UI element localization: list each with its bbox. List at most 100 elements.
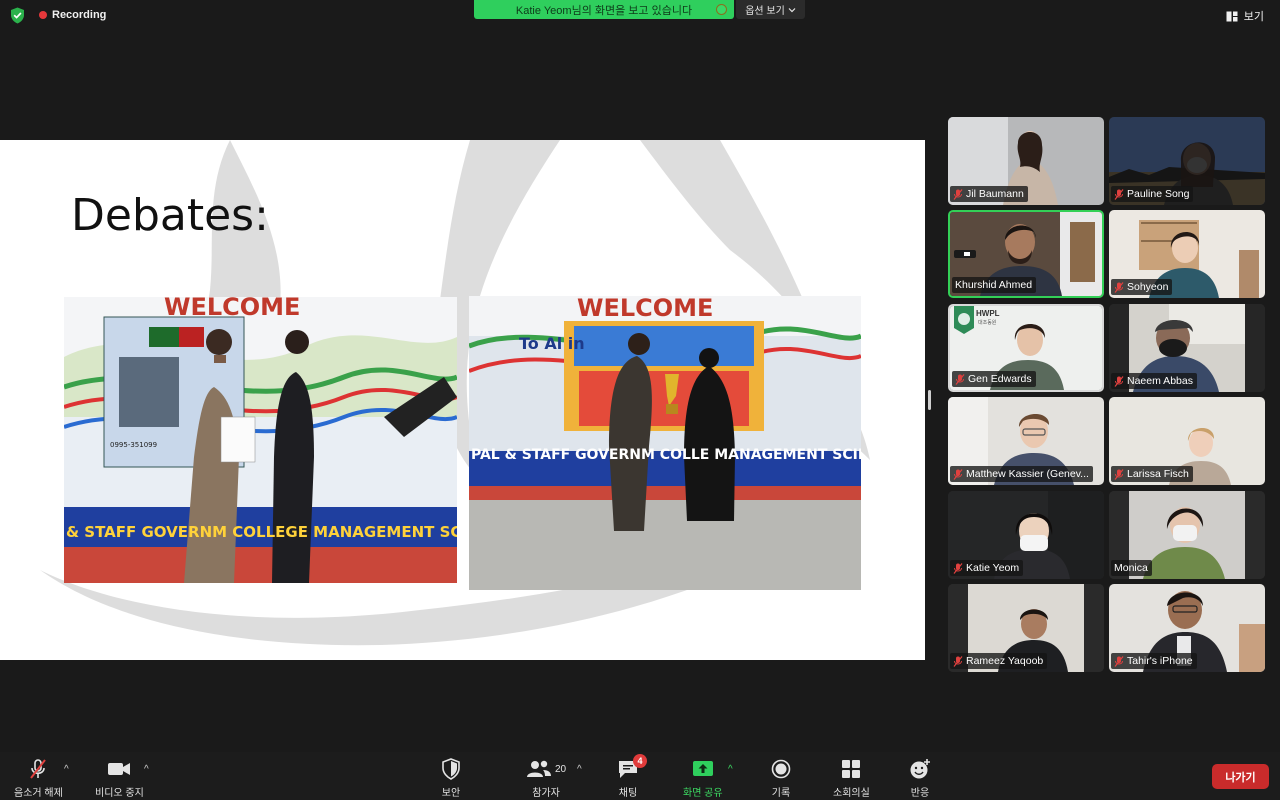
view-options-label: 옵션 보기 (745, 6, 785, 17)
video-tile[interactable]: Rameez Yaqoob (948, 584, 1104, 672)
breakout-rooms-grid-icon (840, 758, 862, 780)
photo1-banner-text: WELCOME (164, 297, 300, 321)
video-camera-icon (107, 758, 131, 780)
debate-photo-trophy: WELCOME To Al in PAL & STAFF GOVERNM COL… (469, 296, 861, 590)
slide-resize-handle[interactable] (928, 390, 931, 410)
smiley-plus-icon (909, 758, 931, 780)
chat-button[interactable]: 4 채팅 (617, 754, 647, 799)
participants-count: 20 (555, 763, 567, 775)
view-options-button[interactable]: 옵션 보기 (736, 0, 805, 19)
participants-label: 참가자 (532, 788, 560, 799)
video-tile[interactable]: Matthew Kassier (Genev... (948, 397, 1104, 485)
participant-name: Matthew Kassier (Genev... (966, 468, 1089, 480)
participant-name: Larissa Fisch (1127, 468, 1189, 480)
audio-options-caret-icon[interactable]: ^ (64, 764, 69, 775)
participant-name-tag: Gen Edwards (952, 371, 1036, 387)
participant-name-tag: Naeem Abbas (1111, 373, 1197, 389)
video-tile[interactable]: Tahir's iPhone (1109, 584, 1265, 672)
muted-mic-icon (1114, 281, 1124, 293)
photo2-bottom-text: PAL & STAFF GOVERNM COLLE MANAGEMENT SCI… (471, 447, 861, 463)
meeting-toolbar: 음소거 해제 ^ 비디오 중지 ^ 보안 20 참가자 ^ 4 채팅 화면 공유 (0, 752, 1280, 800)
view-button[interactable]: 보기 (1226, 8, 1264, 24)
stop-video-button[interactable]: 비디오 중지 (95, 758, 144, 799)
recording-label: Recording (52, 9, 107, 21)
record-button[interactable]: 기록 (770, 758, 792, 799)
participant-name: Katie Yeom (966, 562, 1020, 574)
leave-meeting-button[interactable]: 나가기 (1212, 764, 1269, 789)
participant-name-tag: Katie Yeom (950, 560, 1024, 576)
participant-name: Tahir's iPhone (1127, 655, 1193, 667)
chevron-down-icon (788, 7, 796, 12)
security-button[interactable]: 보안 (441, 758, 461, 799)
recording-indicator[interactable]: Recording (39, 9, 106, 21)
share-screen-button[interactable]: 화면 공유 (683, 758, 723, 799)
screen-share-banner: Katie Yeom님의 화면을 보고 있습니다 (474, 0, 734, 19)
gen-logo-text: HWPL (976, 309, 1000, 318)
share-banner-text: Katie Yeom님의 화면을 보고 있습니다 (515, 4, 693, 17)
participant-name: Gen Edwards (968, 373, 1032, 385)
chat-unread-badge: 4 (633, 754, 647, 768)
muted-mic-icon (1114, 188, 1124, 200)
video-options-caret-icon[interactable]: ^ (144, 764, 149, 775)
participant-name: Jil Baumann (966, 188, 1024, 200)
muted-mic-icon (953, 468, 963, 480)
video-tile[interactable]: Pauline Song (1109, 117, 1265, 205)
view-label: 보기 (1243, 11, 1264, 23)
muted-mic-icon (1114, 468, 1124, 480)
video-tile[interactable]: Monica (1109, 491, 1265, 579)
security-label: 보안 (441, 788, 461, 799)
slide-title: Debates: (71, 190, 269, 241)
stop-video-label: 비디오 중지 (95, 788, 144, 799)
reactions-button[interactable]: 반응 (909, 758, 931, 799)
photo2-banner-text: WELCOME (577, 296, 713, 322)
video-tile[interactable]: Sohyeon (1109, 210, 1265, 298)
participant-name: Naeem Abbas (1127, 375, 1193, 387)
share-options-caret-icon[interactable]: ^ (728, 764, 733, 775)
photo2-sub-text: To Al in (519, 334, 585, 353)
debate-photo-certificate: WELCOME & STAFF GOVERNM COLLEGE MANAGEME… (64, 297, 457, 583)
participant-name-tag: Tahir's iPhone (1111, 653, 1197, 669)
participants-button[interactable]: 20 참가자 (526, 758, 566, 799)
participant-name-tag: Larissa Fisch (1111, 466, 1193, 482)
recording-dot-icon (39, 11, 47, 19)
participant-name: Monica (1114, 562, 1148, 574)
gallery-view-icon (1226, 11, 1238, 21)
participant-name: Pauline Song (1127, 188, 1190, 200)
video-tile-active-speaker[interactable]: Khurshid Ahmed (948, 210, 1104, 298)
video-tile[interactable]: Katie Yeom (948, 491, 1104, 579)
reactions-label: 반응 (910, 788, 930, 799)
participants-icon (527, 760, 551, 777)
video-tile[interactable]: Naeem Abbas (1109, 304, 1265, 392)
breakout-rooms-button[interactable]: 소회의실 (833, 758, 870, 799)
breakout-rooms-label: 소회의실 (833, 788, 870, 799)
security-shield-icon[interactable] (10, 7, 25, 24)
share-screen-icon (691, 758, 715, 780)
video-tile[interactable]: Jil Baumann (948, 117, 1104, 205)
gen-logo-subtext: 대조동원 (978, 320, 997, 326)
muted-mic-icon (953, 655, 963, 667)
participant-name: Khurshid Ahmed (955, 279, 1033, 291)
video-tile[interactable]: Larissa Fisch (1109, 397, 1265, 485)
unmute-label: 음소거 해제 (14, 788, 63, 799)
top-bar: Recording Katie Yeom님의 화면을 보고 있습니다 옵션 보기… (0, 0, 1280, 30)
share-status-dot-icon (716, 4, 727, 15)
participant-name: Rameez Yaqoob (966, 655, 1044, 667)
record-icon (770, 758, 792, 780)
chat-label: 채팅 (618, 788, 638, 799)
shared-slide: Debates: WELCOME & STAFF GOVERNM COLLEGE… (0, 140, 925, 660)
participants-options-caret-icon[interactable]: ^ (577, 764, 582, 775)
muted-mic-icon (1114, 655, 1124, 667)
muted-mic-icon (955, 373, 965, 385)
unmute-button[interactable]: 음소거 해제 (14, 758, 63, 799)
photo1-bottom-text: & STAFF GOVERNM COLLEGE MANAGEMENT SCIEN… (66, 523, 457, 541)
share-screen-label: 화면 공유 (683, 788, 723, 799)
participant-name-tag: Rameez Yaqoob (950, 653, 1048, 669)
video-tile[interactable]: HWPL 대조동원 Gen Edwards (948, 304, 1104, 392)
participant-name-tag: Monica (1111, 560, 1152, 576)
photo1-phone-text: 0995-351099 (110, 441, 157, 449)
participant-name-tag: Jil Baumann (950, 186, 1028, 202)
participant-name: Sohyeon (1127, 281, 1169, 293)
security-shield-icon (441, 758, 461, 780)
muted-mic-icon (953, 188, 963, 200)
participant-name-tag: Matthew Kassier (Genev... (950, 466, 1093, 482)
